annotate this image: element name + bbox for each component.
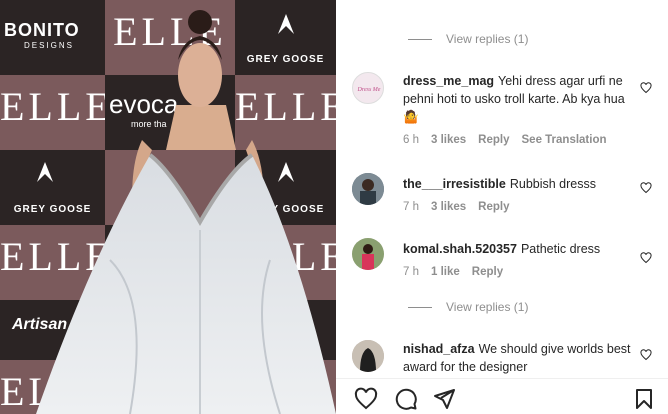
comment-username[interactable]: dress_me_mag	[403, 74, 494, 88]
like-comment-heart-icon[interactable]	[640, 252, 652, 264]
reply-divider	[408, 38, 432, 40]
comment-time: 6 h	[403, 134, 419, 146]
like-comment-heart-icon[interactable]	[640, 82, 652, 94]
comment-text: komal.shah.520357 Pathetic dress	[403, 240, 633, 258]
comment-text: nishad_afza We should give worlds best aw…	[403, 340, 633, 376]
comment-time: 7 h	[403, 201, 419, 213]
comment-item: Dress Me dress_me_mag Yehi dress agar urf…	[352, 72, 652, 152]
comment-meta: 6 h 3 likes Reply See Translation	[403, 134, 607, 146]
comment-likes[interactable]: 1 like	[431, 266, 460, 278]
avatar[interactable]	[352, 238, 384, 270]
comment-content: Pathetic dress	[520, 242, 601, 256]
comments-list[interactable]: View replies (1) Dress Me dress_me_mag Ye…	[336, 0, 668, 378]
like-comment-heart-icon[interactable]	[640, 349, 652, 361]
comment-content: Rubbish dresss	[509, 177, 596, 191]
comment-username[interactable]: nishad_afza	[403, 342, 475, 356]
view-replies-button[interactable]: View replies (1)	[408, 300, 528, 314]
model-in-gown	[36, 10, 336, 414]
share-icon[interactable]	[432, 387, 456, 411]
comment-text: dress_me_mag Yehi dress agar urfi ne pehn…	[403, 72, 633, 126]
avatar[interactable]: Dress Me	[352, 72, 384, 104]
reply-divider	[408, 306, 432, 308]
comment-icon[interactable]	[394, 387, 418, 411]
avatar-image	[352, 238, 384, 270]
comment-username[interactable]: komal.shah.520357	[403, 242, 517, 256]
comment-meta: 7 h 1 like Reply	[403, 266, 503, 278]
avatar[interactable]	[352, 173, 384, 205]
comment-likes[interactable]: 3 likes	[431, 201, 466, 213]
view-replies-label: View replies (1)	[446, 300, 529, 314]
comment-text: the___irresistible Rubbish dresss	[403, 175, 633, 193]
comment-username[interactable]: the___irresistible	[403, 177, 506, 191]
reply-button[interactable]: Reply	[472, 266, 503, 278]
svg-text:Dress Me: Dress Me	[357, 87, 381, 93]
comments-panel: View replies (1) Dress Me dress_me_mag Ye…	[336, 0, 668, 414]
avatar[interactable]	[352, 340, 384, 372]
see-translation-button[interactable]: See Translation	[522, 134, 607, 146]
comment-item: komal.shah.520357 Pathetic dress 7 h 1 li…	[352, 238, 652, 284]
avatar-image: Dress Me	[357, 87, 381, 93]
comment-item: nishad_afza We should give worlds best aw…	[352, 340, 652, 378]
view-replies-label: View replies (1)	[446, 32, 529, 46]
post-media[interactable]: BONITO DESIGNS ELLE GREY GOOSE ELLE evoc…	[0, 0, 336, 414]
comment-meta: 7 h 3 likes Reply	[403, 201, 510, 213]
reply-button[interactable]: Reply	[478, 134, 509, 146]
heart-icon[interactable]	[354, 387, 378, 411]
avatar-image	[352, 340, 384, 372]
comment-item: the___irresistible Rubbish dresss 7 h 3 l…	[352, 173, 652, 219]
avatar-image	[352, 173, 384, 205]
view-replies-button[interactable]: View replies (1)	[408, 32, 528, 46]
post-action-bar	[336, 378, 668, 414]
comment-likes[interactable]: 3 likes	[431, 134, 466, 146]
comment-time: 7 h	[403, 266, 419, 278]
bookmark-icon[interactable]	[632, 387, 656, 411]
like-comment-heart-icon[interactable]	[640, 182, 652, 194]
reply-button[interactable]: Reply	[478, 201, 509, 213]
